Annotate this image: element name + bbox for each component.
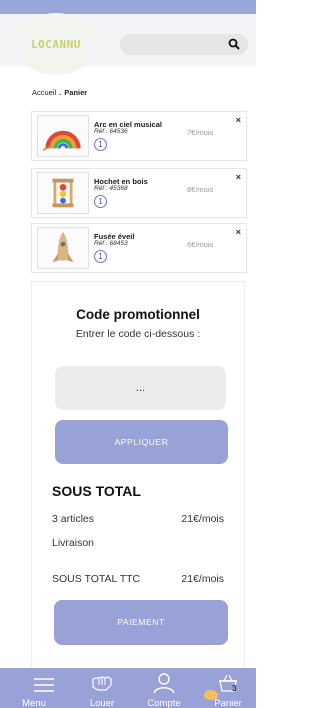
breadcrumb-current: Panier xyxy=(64,88,88,97)
wooden-rocket-icon xyxy=(52,231,74,263)
apply-button[interactable]: APPLIQUER xyxy=(55,420,228,464)
item-ref: Réf : 45368 xyxy=(94,185,128,192)
remove-item-icon[interactable]: × xyxy=(236,227,241,237)
product-image-rattle[interactable] xyxy=(37,172,89,214)
search-bar[interactable] xyxy=(120,34,248,55)
item-price: 6€/mois xyxy=(187,240,214,249)
breadcrumb: Accueil. Panier xyxy=(32,88,87,97)
nav-cart-label: Panier xyxy=(214,698,242,708)
nav-menu-label: Menu xyxy=(22,698,46,708)
articles-label: 3 articles xyxy=(52,513,95,525)
payment-button[interactable]: PAIEMENT xyxy=(54,600,228,645)
cart-item: Hochet en bois Réf : 45368 1 8€/mois × xyxy=(31,168,247,218)
hand-icon xyxy=(92,676,112,691)
wooden-rattle-icon xyxy=(52,178,74,208)
order-summary-card: Code promotionnel Entrer le code ci-dess… xyxy=(31,281,245,673)
shipping-row: Livraison xyxy=(52,537,224,549)
item-price: 8€/mois xyxy=(187,185,214,194)
top-bar: LOCANNU xyxy=(0,0,256,75)
articles-value: 21€/mois xyxy=(181,513,224,525)
nav-rent[interactable]: Louer xyxy=(78,668,126,708)
product-image-rainbow[interactable] xyxy=(37,115,89,157)
logo[interactable]: LOCANNU xyxy=(16,13,96,75)
nav-rent-label: Louer xyxy=(89,698,115,708)
nav-cart[interactable]: 3 Panier xyxy=(204,668,252,708)
ttc-value: 21€/mois xyxy=(181,573,224,585)
nav-account[interactable]: Compte xyxy=(140,668,188,708)
hamburger-icon xyxy=(34,678,54,692)
shipping-label: Livraison xyxy=(52,537,95,549)
cart-item: Fusée éveil Réf : 68453 1 6€/mois × xyxy=(31,223,247,273)
nav-account-label: Compte xyxy=(147,698,181,708)
cart-item: Arc en ciel musical Réf : 64536 1 7€/moi… xyxy=(31,111,247,161)
remove-item-icon[interactable]: × xyxy=(236,172,241,182)
breadcrumb-separator: . xyxy=(59,88,62,97)
item-ref: Réf : 68453 xyxy=(94,240,128,247)
bottom-nav: Menu Louer Compte 3 Panier xyxy=(0,668,256,708)
item-ref: Réf : 64536 xyxy=(94,128,128,135)
ttc-label: SOUS TOTAL TTC xyxy=(52,573,141,585)
cart-count-badge: 3 xyxy=(232,684,237,693)
ttc-row: SOUS TOTAL TTC 21€/mois xyxy=(52,573,224,585)
search-icon[interactable] xyxy=(228,38,240,50)
product-image-rocket[interactable] xyxy=(37,227,89,269)
promo-code-input[interactable] xyxy=(55,366,226,410)
logo-text: LOCANNU xyxy=(31,37,81,51)
articles-row: 3 articles 21€/mois xyxy=(52,513,224,525)
nav-menu[interactable]: Menu xyxy=(20,668,68,708)
promo-subtitle: Entrer le code ci-dessous : xyxy=(75,328,201,340)
user-icon xyxy=(153,673,175,694)
quantity-badge[interactable]: 1 xyxy=(94,195,107,208)
promo-title: Code promotionnel xyxy=(76,307,200,322)
quantity-badge[interactable]: 1 xyxy=(94,138,107,151)
item-price: 7€/mois xyxy=(187,128,214,137)
breadcrumb-home[interactable]: Accueil xyxy=(32,88,56,97)
subtotal-heading: SOUS TOTAL xyxy=(52,483,141,499)
quantity-badge[interactable]: 1 xyxy=(94,250,107,263)
rainbow-toy-icon xyxy=(42,130,81,151)
remove-item-icon[interactable]: × xyxy=(236,115,241,125)
